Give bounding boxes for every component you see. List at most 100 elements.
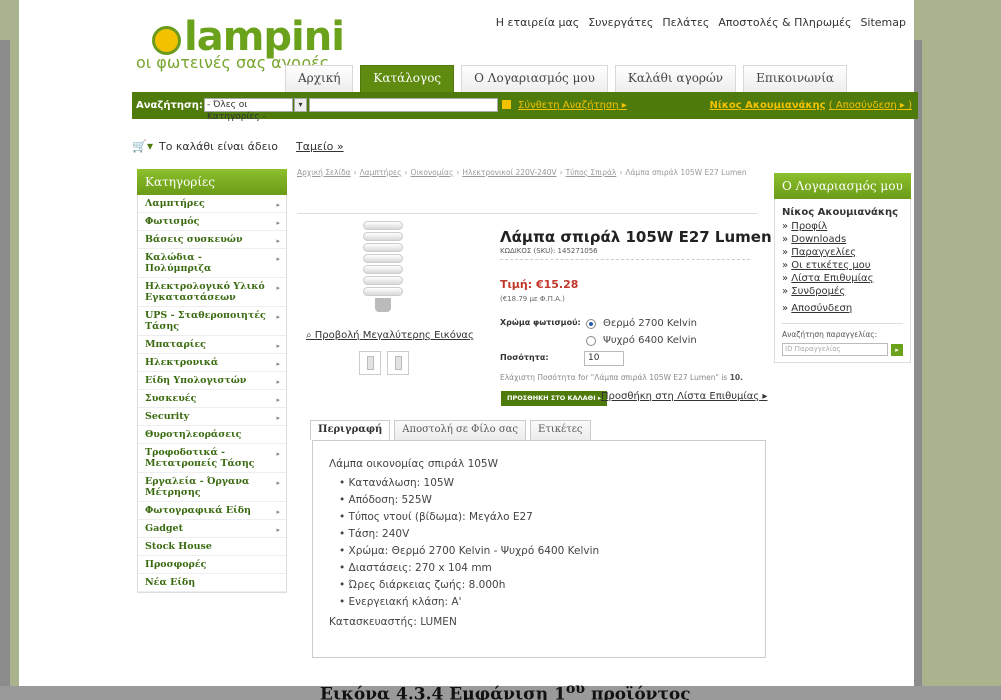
breadcrumb-separator: › (404, 168, 408, 177)
top-links: Η εταιρεία μας Συνεργάτες Πελάτες Αποστολές… (487, 16, 906, 29)
category-item[interactable]: Συσκευές ▸ (138, 390, 286, 408)
chevron-right-icon: ▸ (276, 395, 280, 404)
breadcrumb: Αρχική Σελίδα › Λαμπτήρες › Οικονομίας › Ηλεκτ… (297, 168, 757, 178)
thumbnail[interactable] (359, 351, 381, 375)
logout-link[interactable]: ( Αποσύνδεση ▸ ) (829, 100, 912, 111)
category-label: Νέα Είδη (145, 577, 196, 588)
category-item[interactable]: Βάσεις συσκευών ▸ (138, 231, 286, 249)
category-label: Τροφοδοτικά - Μετατροπείς Τάσης (145, 447, 255, 469)
chevron-right-icon: ▸ (276, 478, 280, 487)
spec-item: Τύπος ντουί (βίδωμα): Μεγάλο Ε27 (339, 509, 749, 526)
thumbnail[interactable] (387, 351, 409, 375)
checkout-link[interactable]: Ταμείο » (296, 140, 344, 153)
breadcrumb-link[interactable]: Τύπος Σπιράλ (566, 168, 617, 177)
account-link[interactable]: » Λίστα Επιθυμίας (782, 272, 903, 285)
account-link[interactable]: » Προφίλ (782, 220, 903, 233)
breadcrumb-link[interactable]: Ηλεκτρονικοί 220V-240V (462, 168, 556, 177)
top-link[interactable]: Sitemap (860, 16, 906, 29)
category-label: Προσφορές (145, 559, 207, 570)
category-label: Εργαλεία - Όργανα Μέτρησης (145, 476, 250, 498)
breadcrumb-separator: › (353, 168, 357, 177)
top-link[interactable]: Η εταιρεία μας (496, 16, 579, 29)
tab-item[interactable]: Περιγραφή (310, 420, 391, 440)
nav-tab[interactable]: Κατάλογος (360, 65, 455, 92)
category-item[interactable]: Καλώδια - Πολύμπριζα ▸ (138, 249, 286, 278)
cart-status: Το καλάθι είναι άδειο (158, 139, 279, 153)
product-image[interactable] (359, 221, 407, 312)
nav-tab[interactable]: Ο Λογαριασμός μου (461, 65, 608, 92)
chevron-right-icon: ▸ (276, 254, 280, 263)
account-link[interactable]: » Αποσύνδεση (782, 302, 903, 315)
quantity-input[interactable]: 10 (584, 351, 624, 366)
manufacturer: Κατασκευαστής: LUMEN (329, 616, 457, 628)
category-label: Gadget (145, 523, 183, 534)
product-price-vat: (€18.79 με Φ.Π.Α.) (500, 295, 565, 303)
color-label: Χρώμα φωτισμού: (500, 318, 581, 327)
category-item[interactable]: Φωτισμός ▸ (138, 213, 286, 231)
color-option-cool[interactable]: Ψυχρό 6400 Kelvin (586, 335, 697, 346)
account-link[interactable]: » Παραγγελίες (782, 246, 903, 259)
top-link[interactable]: Πελάτες (662, 16, 709, 29)
category-label: Ηλεκτρολογικό Υλικό Εγκαταστάσεων (145, 281, 265, 303)
categories-list: Λαμπτήρες ▸ Φωτισμός ▸ Βάσεις συσκευών ▸ Καλώδ… (137, 195, 287, 593)
radio-selected[interactable] (586, 318, 596, 329)
category-label: Συσκευές (145, 393, 197, 404)
category-select[interactable]: - Όλες οι Κατηγορίες - (204, 98, 293, 122)
radio-unselected[interactable] (586, 335, 596, 346)
order-search-go-icon[interactable]: ▸ (891, 343, 903, 356)
category-item[interactable]: Gadget ▸ (138, 520, 286, 538)
add-to-wishlist-link[interactable]: Προσθήκη στη Λίστα Επιθυμίας ▸ (601, 391, 767, 402)
account-link[interactable]: » Downloads (782, 233, 903, 246)
top-link[interactable]: Αποστολές & Πληρωμές (718, 16, 851, 29)
category-item[interactable]: Φωτογραφικά Είδη ▸ (138, 502, 286, 520)
spec-item: Χρώμα: Θερμό 2700 Kelvin - Ψυχρό 6400 Ke… (339, 543, 749, 560)
spec-item: Κατανάλωση: 105W (339, 475, 749, 492)
order-search-input[interactable]: ID Παραγγελίας (782, 343, 888, 356)
nav-tab[interactable]: Καλάθι αγορών (614, 65, 737, 92)
search-input[interactable] (309, 98, 498, 112)
search-go-icon[interactable] (502, 100, 511, 109)
category-item[interactable]: Θυροτηλεοράσεις (138, 426, 286, 444)
tab-item[interactable]: Ετικέτες (530, 420, 591, 440)
category-item[interactable]: Stock House (138, 538, 286, 556)
cart-icon[interactable]: 🛒▾ (132, 139, 153, 153)
category-item[interactable]: Ηλεκτρονικά ▸ (138, 354, 286, 372)
color-option-warm[interactable]: Θερμό 2700 Kelvin (586, 318, 697, 329)
nav-tab[interactable]: Επικοινωνία (743, 65, 848, 92)
category-item[interactable]: Εργαλεία - Όργανα Μέτρησης ▸ (138, 473, 286, 502)
chevron-right-icon: ▸ (276, 341, 280, 350)
nav-tab[interactable]: Αρχική (285, 65, 354, 92)
category-item[interactable]: Νέα Είδη (138, 574, 286, 592)
breadcrumb-link[interactable]: Αρχική Σελίδα (297, 168, 351, 177)
category-item[interactable]: Security ▸ (138, 408, 286, 426)
top-link[interactable]: Συνεργάτες (588, 16, 653, 29)
tab-item[interactable]: Αποστολή σε Φίλο σας (394, 420, 527, 440)
user-name-link[interactable]: Νίκος Ακουμιανάκης (709, 100, 825, 111)
chevron-right-icon: ▸ (276, 413, 280, 422)
user-session: Νίκος Ακουμιανάκης ( Αποσύνδεση ▸ ) (709, 100, 912, 111)
account-link[interactable]: » Συνδρομές (782, 285, 903, 298)
account-link-label: Downloads (791, 234, 847, 245)
color-option-label: Θερμό 2700 Kelvin (603, 318, 697, 329)
description-panel: Λάμπα οικονομίας σπιράλ 105W Κατανάλωση:… (312, 440, 766, 658)
category-item[interactable]: Ηλεκτρολογικό Υλικό Εγκαταστάσεων ▸ (138, 278, 286, 307)
category-item[interactable]: Προσφορές (138, 556, 286, 574)
breadcrumb-current: Λάμπα σπιράλ 105W E27 Lumen (625, 168, 747, 177)
chevron-right-icon: ▸ (276, 200, 280, 209)
breadcrumb-link[interactable]: Οικονομίας (410, 168, 453, 177)
enlarge-image-label: Προβολή Μεγαλύτερης Εικόνας (314, 330, 474, 341)
category-item[interactable]: Μπαταρίες ▸ (138, 336, 286, 354)
account-body: Νίκος Ακουμιανάκης » Προφίλ» Downloads» … (774, 199, 911, 363)
enlarge-image-link[interactable]: ⌕ Προβολή Μεγαλύτερης Εικόνας (306, 330, 474, 341)
figure-caption: Εικόνα 4.3.4 Εμφάνιση 1ου προϊόντος (320, 681, 691, 700)
advanced-search-link[interactable]: Σύνθετη Αναζήτηση ▸ (518, 100, 627, 111)
breadcrumb-link[interactable]: Λαμπτήρες (360, 168, 402, 177)
category-item[interactable]: Λαμπτήρες ▸ (138, 195, 286, 213)
account-link[interactable]: » Οι ετικέτες μου (782, 259, 903, 272)
chevron-down-icon[interactable]: ▾ (294, 98, 307, 112)
category-item[interactable]: Είδη Υπολογιστών ▸ (138, 372, 286, 390)
category-item[interactable]: Τροφοδοτικά - Μετατροπείς Τάσης ▸ (138, 444, 286, 473)
category-item[interactable]: UPS - Σταθεροποιητές Τάσης ▸ (138, 307, 286, 336)
add-to-cart-button[interactable]: ΠΡΟΣΘΗΚΗ ΣΤΟ ΚΑΛΑΘΙ ▸ (501, 391, 608, 406)
min-quantity-note: Ελάχιστη Ποσότητα for "Λάμπα σπιράλ 105W… (500, 373, 743, 382)
